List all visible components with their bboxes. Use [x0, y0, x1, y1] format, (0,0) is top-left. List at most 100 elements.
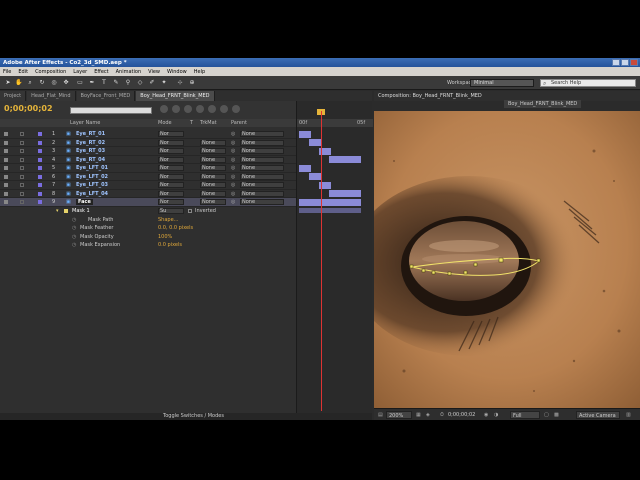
layer-row[interactable]: 4 ▣ Eye_RT_04 Nor None ◎ None [0, 156, 296, 164]
pickwhip-icon[interactable]: ◎ [231, 131, 235, 137]
property-row[interactable]: ◷ Mask Path Shape... [0, 216, 296, 225]
layer-row[interactable]: 2 ▣ Eye_RT_02 Nor None ◎ None [0, 139, 296, 147]
blend-mode-dropdown[interactable]: Nor [158, 131, 184, 137]
lock-toggle[interactable] [20, 166, 24, 170]
lock-toggle[interactable] [20, 191, 24, 196]
layer-duration-bar[interactable] [299, 131, 311, 138]
tab-boyface-front-med[interactable]: BoyFace_Front_MED [76, 91, 136, 101]
brush-tool-icon[interactable]: ✎ [112, 79, 120, 87]
lock-toggle[interactable] [20, 183, 24, 187]
pan-behind-tool-icon[interactable]: ✥ [62, 79, 70, 87]
draft-3d-icon[interactable] [172, 105, 180, 113]
visibility-eye-icon[interactable] [4, 166, 8, 170]
lock-toggle[interactable] [20, 140, 24, 145]
layer-name[interactable]: Eye_RT_03 [76, 148, 105, 154]
pen-tool-icon[interactable]: ✒ [88, 79, 96, 87]
parent-dropdown[interactable]: None [240, 199, 284, 205]
layer-name[interactable]: Eye_LFT_02 [76, 174, 108, 180]
label-color-swatch[interactable] [38, 183, 42, 187]
layer-name[interactable]: Eye_LFT_03 [76, 182, 108, 188]
property-value[interactable]: 0.0, 0.0 pixels [158, 225, 193, 231]
track-matte-dropdown[interactable]: None [200, 148, 226, 154]
pickwhip-icon[interactable]: ◎ [231, 148, 235, 154]
visibility-eye-icon[interactable] [4, 140, 8, 145]
track-matte-dropdown[interactable]: None [200, 199, 226, 205]
composition-subtab[interactable]: Boy_Head_FRNT_Blink_MED [504, 100, 582, 108]
stopwatch-icon[interactable]: ◷ [72, 234, 76, 240]
track-matte-dropdown[interactable]: None [200, 156, 226, 163]
eraser-tool-icon[interactable]: ◇ [136, 79, 144, 87]
col-t[interactable]: T [190, 120, 193, 126]
parent-dropdown[interactable]: None [240, 182, 284, 188]
puppet-tool-icon[interactable]: ✦ [160, 79, 168, 87]
blend-mode-dropdown[interactable]: Nor [158, 156, 184, 163]
blend-mode-dropdown[interactable]: Nor [158, 190, 184, 197]
motion-blur-icon[interactable] [208, 105, 216, 113]
menu-animation[interactable]: Animation [116, 69, 142, 76]
layer-duration-bar[interactable] [329, 156, 361, 163]
parent-dropdown[interactable]: None [240, 148, 284, 154]
col-trkmat[interactable]: TrkMat [200, 120, 217, 126]
track-matte-dropdown[interactable]: None [200, 165, 226, 171]
track-matte-dropdown[interactable]: None [200, 139, 226, 146]
blend-mode-dropdown[interactable]: Nor [158, 148, 184, 154]
type-tool-icon[interactable]: T [100, 79, 108, 87]
zoom-tool-icon[interactable]: ⌕ [26, 79, 34, 87]
menu-file[interactable]: File [3, 69, 11, 76]
camera-tool-icon[interactable]: ◎ [50, 79, 58, 87]
label-color-swatch[interactable] [38, 140, 42, 145]
lock-toggle[interactable] [20, 174, 24, 179]
label-color-swatch[interactable] [38, 174, 42, 179]
safe-margins-icon[interactable]: ▦ [416, 412, 421, 418]
parent-dropdown[interactable]: None [240, 131, 284, 137]
track-matte-dropdown[interactable]: None [200, 182, 226, 188]
label-color-swatch[interactable] [38, 166, 42, 170]
col-layer-name[interactable]: Layer Name [70, 120, 100, 126]
camera-view-dropdown[interactable]: Active Camera [576, 411, 620, 419]
layer-duration-bar[interactable] [309, 139, 321, 146]
mask-duration-bar[interactable] [299, 208, 361, 213]
menu-layer[interactable]: Layer [73, 69, 87, 76]
stopwatch-icon[interactable]: ◷ [72, 217, 76, 223]
toggle-switches-modes-button[interactable]: Toggle Switches / Modes [163, 413, 224, 419]
maximize-button[interactable] [621, 59, 629, 66]
stopwatch-icon[interactable]: ◷ [72, 225, 76, 231]
shy-layers-icon[interactable] [184, 105, 192, 113]
parent-dropdown[interactable]: None [240, 156, 284, 163]
tab-boy-head-frnt-blink-med[interactable]: Boy_Head_FRNT_Blink_MED [136, 91, 215, 101]
layer-row[interactable]: 8 ▣ Eye_LFT_04 Nor None ◎ None [0, 190, 296, 198]
mask-twirl-icon[interactable]: ▾ [56, 208, 59, 214]
comp-mini-flowchart-icon[interactable] [160, 105, 168, 113]
layer-row[interactable]: 7 ▣ Eye_LFT_03 Nor None ◎ None [0, 181, 296, 190]
minimize-button[interactable] [612, 59, 620, 66]
tab-project[interactable]: Project [0, 91, 27, 101]
view-layout-icon[interactable]: ▥ [626, 412, 631, 418]
visibility-eye-icon[interactable] [4, 191, 8, 196]
visibility-eye-icon[interactable] [4, 174, 8, 179]
mask-color-swatch[interactable] [64, 209, 68, 213]
hand-tool-icon[interactable]: ✋ [15, 79, 23, 87]
label-color-swatch[interactable] [38, 149, 42, 153]
rotate-tool-icon[interactable]: ↻ [38, 79, 46, 87]
pickwhip-icon[interactable]: ◎ [231, 140, 235, 146]
layer-name[interactable]: Eye_LFT_04 [76, 191, 108, 197]
layer-name[interactable]: Eye_RT_01 [76, 131, 105, 137]
label-color-swatch[interactable] [38, 157, 42, 162]
roto-brush-tool-icon[interactable]: ✐ [148, 79, 156, 87]
label-color-swatch[interactable] [38, 200, 42, 204]
property-row[interactable]: ◷ Mask Opacity 100% [0, 233, 296, 242]
timeline-track-area[interactable]: 00f 05f [296, 101, 373, 420]
resolution-dropdown[interactable]: Full [510, 411, 540, 419]
layer-name[interactable]: Eye_RT_02 [76, 140, 105, 146]
parent-dropdown[interactable]: None [240, 165, 284, 171]
label-color-swatch[interactable] [38, 132, 42, 136]
menu-window[interactable]: Window [167, 69, 187, 76]
pickwhip-icon[interactable]: ◎ [231, 191, 235, 197]
viewer-timecode[interactable]: 0;00;00;02 [448, 412, 475, 418]
menu-effect[interactable]: Effect [94, 69, 108, 76]
visibility-eye-icon[interactable] [4, 132, 8, 136]
property-value[interactable]: Shape... [158, 217, 178, 223]
blend-mode-dropdown[interactable]: Nor [158, 182, 184, 188]
parent-dropdown[interactable]: None [240, 190, 284, 197]
visibility-eye-icon[interactable] [4, 157, 8, 162]
